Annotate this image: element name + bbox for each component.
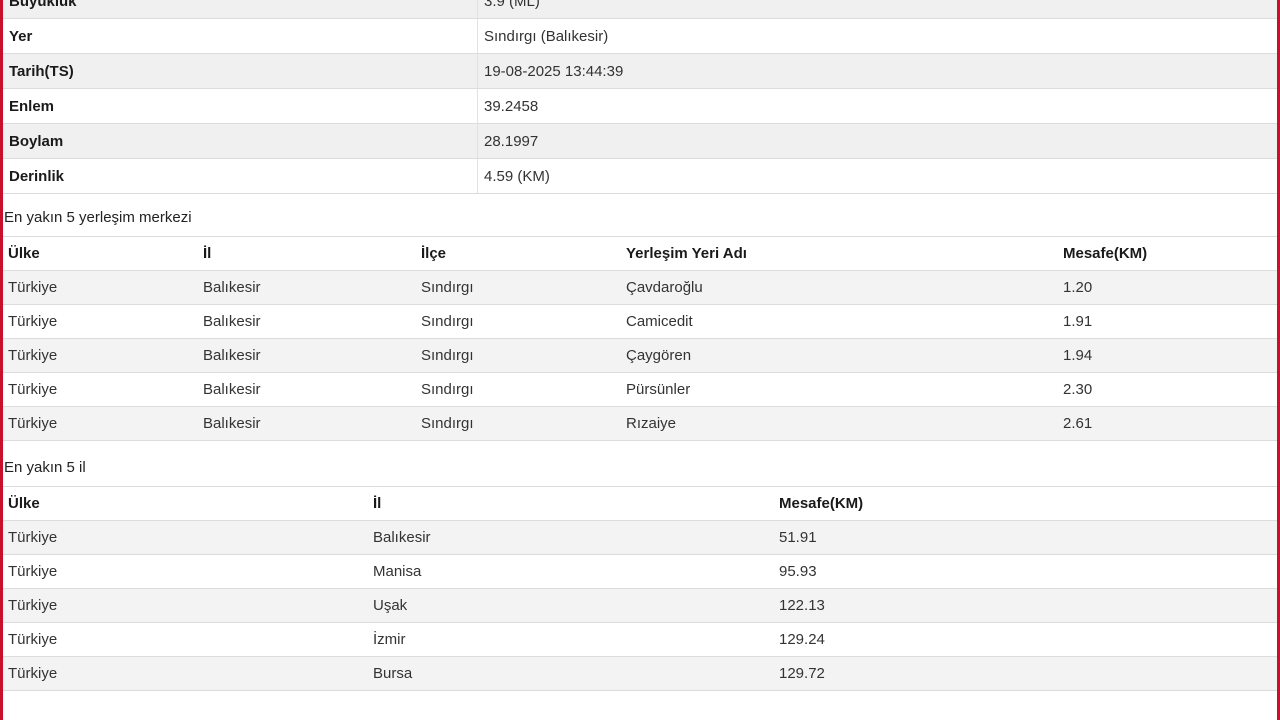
cell-distance: 122.13 [774, 588, 1277, 623]
table-row: Türkiye Bursa 129.72 [3, 656, 1277, 691]
cell-settlement: Camicedit [621, 304, 1058, 339]
table-row: Türkiye Balıkesir Sındırgı Rızaiye 2.61 [3, 406, 1277, 441]
nearest-provinces-table: Ülke İl Mesafe(KM) Türkiye Balıkesir 51.… [3, 486, 1277, 691]
detail-row-depth: Derinlik 4.59 (KM) [3, 158, 1277, 194]
table-row: Türkiye Balıkesir Sındırgı Çavdaroğlu 1.… [3, 270, 1277, 305]
table-row: Türkiye Balıkesir Sındırgı Camicedit 1.9… [3, 304, 1277, 339]
table-row: Türkiye Manisa 95.93 [3, 554, 1277, 589]
cell-province: Bursa [368, 656, 774, 691]
cell-distance: 95.93 [774, 554, 1277, 589]
cell-province: Balıkesir [198, 372, 416, 407]
cell-distance: 129.72 [774, 656, 1277, 691]
cell-country: Türkiye [3, 554, 368, 589]
cell-district: Sındırgı [416, 270, 621, 305]
column-header-district: İlçe [416, 236, 621, 271]
nearest-provinces-title: En yakın 5 il [4, 459, 86, 476]
detail-label: Derinlik [3, 158, 478, 194]
detail-row-magnitude: Büyüklük 3.9 (ML) [3, 0, 1277, 19]
detail-row-latitude: Enlem 39.2458 [3, 88, 1277, 124]
detail-value: 19-08-2025 13:44:39 [477, 53, 1277, 89]
column-header-country: Ülke [3, 236, 198, 271]
cell-province: Balıkesir [198, 270, 416, 305]
column-header-province: İl [368, 486, 774, 521]
cell-distance: 129.24 [774, 622, 1277, 657]
cell-distance: 1.20 [1058, 270, 1277, 305]
table-row: Türkiye Balıkesir 51.91 [3, 520, 1277, 555]
earthquake-detail-page: Büyüklük 3.9 (ML) Yer Sındırgı (Balıkesi… [0, 0, 1280, 720]
cell-distance: 51.91 [774, 520, 1277, 555]
table-row: Türkiye Uşak 122.13 [3, 588, 1277, 623]
cell-province: Uşak [368, 588, 774, 623]
cell-distance: 1.91 [1058, 304, 1277, 339]
cell-province: İzmir [368, 622, 774, 657]
cell-district: Sındırgı [416, 372, 621, 407]
detail-row-longitude: Boylam 28.1997 [3, 123, 1277, 159]
column-header-distance: Mesafe(KM) [774, 486, 1277, 521]
cell-country: Türkiye [3, 622, 368, 657]
cell-province: Balıkesir [198, 304, 416, 339]
detail-label: Boylam [3, 123, 478, 159]
detail-value: Sındırgı (Balıkesir) [477, 18, 1277, 54]
table-row: Türkiye İzmir 129.24 [3, 622, 1277, 657]
cell-district: Sındırgı [416, 304, 621, 339]
detail-value: 4.59 (KM) [477, 158, 1277, 194]
cell-country: Türkiye [3, 406, 198, 441]
detail-value: 28.1997 [477, 123, 1277, 159]
cell-district: Sındırgı [416, 406, 621, 441]
cell-district: Sındırgı [416, 338, 621, 373]
cell-province: Manisa [368, 554, 774, 589]
cell-settlement: Pürsünler [621, 372, 1058, 407]
table-row: Türkiye Balıkesir Sındırgı Çaygören 1.94 [3, 338, 1277, 373]
cell-province: Balıkesir [198, 338, 416, 373]
nearest-settlements-table: Ülke İl İlçe Yerleşim Yeri Adı Mesafe(KM… [3, 236, 1277, 441]
cell-country: Türkiye [3, 588, 368, 623]
detail-row-date: Tarih(TS) 19-08-2025 13:44:39 [3, 53, 1277, 89]
column-header-country: Ülke [3, 486, 368, 521]
cell-country: Türkiye [3, 656, 368, 691]
column-header-distance: Mesafe(KM) [1058, 236, 1277, 271]
detail-label: Yer [3, 18, 478, 54]
cell-country: Türkiye [3, 270, 198, 305]
nearest-settlements-title: En yakın 5 yerleşim merkezi [4, 209, 192, 226]
cell-settlement: Rızaiye [621, 406, 1058, 441]
cell-province: Balıkesir [198, 406, 416, 441]
cell-country: Türkiye [3, 520, 368, 555]
cell-distance: 2.61 [1058, 406, 1277, 441]
column-header-province: İl [198, 236, 416, 271]
cell-distance: 2.30 [1058, 372, 1277, 407]
detail-label: Tarih(TS) [3, 53, 478, 89]
column-header-settlement: Yerleşim Yeri Adı [621, 236, 1058, 271]
cell-country: Türkiye [3, 304, 198, 339]
cell-settlement: Çaygören [621, 338, 1058, 373]
detail-value: 39.2458 [477, 88, 1277, 124]
cell-province: Balıkesir [368, 520, 774, 555]
cell-country: Türkiye [3, 338, 198, 373]
detail-label: Büyüklük [3, 0, 478, 19]
earthquake-details-table: Büyüklük 3.9 (ML) Yer Sındırgı (Balıkesi… [3, 0, 1277, 194]
table-header-row: Ülke İl İlçe Yerleşim Yeri Adı Mesafe(KM… [3, 236, 1277, 271]
detail-value: 3.9 (ML) [477, 0, 1277, 19]
cell-country: Türkiye [3, 372, 198, 407]
table-row: Türkiye Balıkesir Sındırgı Pürsünler 2.3… [3, 372, 1277, 407]
detail-row-location: Yer Sındırgı (Balıkesir) [3, 18, 1277, 54]
cell-settlement: Çavdaroğlu [621, 270, 1058, 305]
detail-label: Enlem [3, 88, 478, 124]
table-header-row: Ülke İl Mesafe(KM) [3, 486, 1277, 521]
red-edge-left [0, 0, 3, 720]
cell-distance: 1.94 [1058, 338, 1277, 373]
